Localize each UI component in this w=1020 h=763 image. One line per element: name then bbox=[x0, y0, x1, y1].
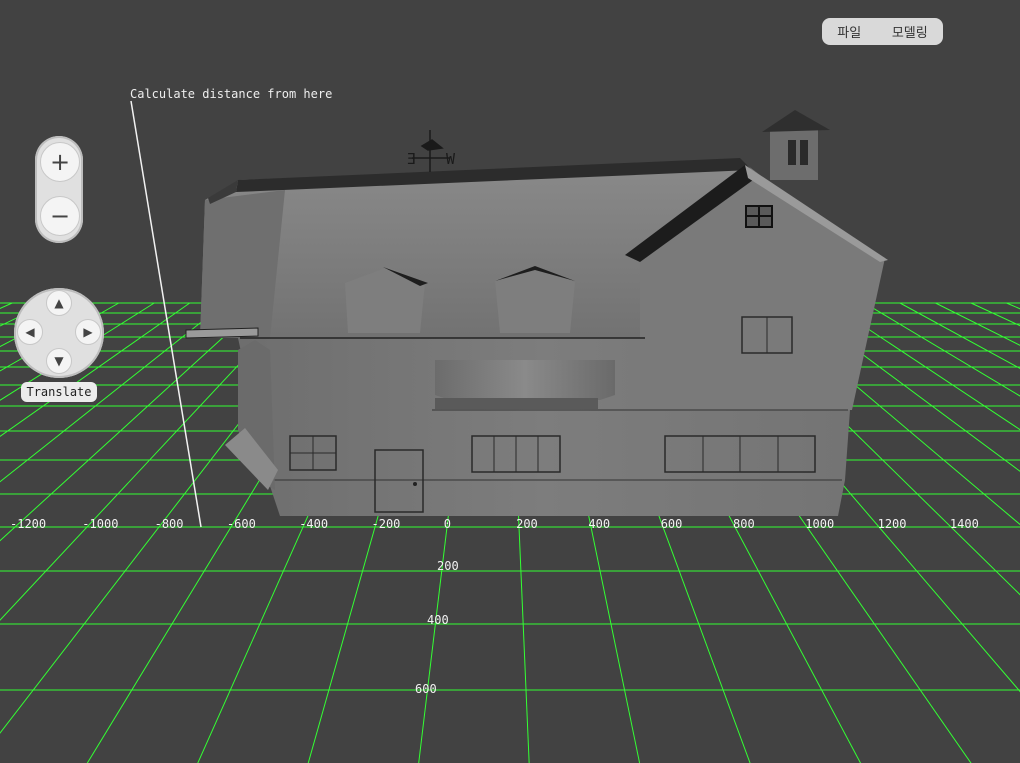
x-tick-label: 1400 bbox=[950, 517, 979, 531]
zoom-in-button[interactable]: + bbox=[40, 142, 80, 182]
z-axis-tick-labels: 200 400 600 bbox=[415, 559, 459, 696]
grid-line bbox=[935, 302, 1020, 346]
x-tick-label: -400 bbox=[299, 517, 328, 531]
x-tick-label: 400 bbox=[588, 517, 610, 531]
weather-vane-icon: E W bbox=[407, 130, 456, 172]
x-tick-label: -1000 bbox=[82, 517, 118, 531]
zoom-out-button[interactable]: − bbox=[40, 196, 80, 236]
grid-line bbox=[0, 302, 13, 310]
x-tick-label: -800 bbox=[155, 517, 184, 531]
x-tick-label: -1200 bbox=[10, 517, 46, 531]
pan-down-button[interactable]: ▼ bbox=[46, 348, 72, 374]
vane-west-letter: W bbox=[446, 150, 456, 168]
grid-line bbox=[0, 302, 226, 483]
x-tick-label: 800 bbox=[733, 517, 755, 531]
pan-left-button[interactable]: ◀ bbox=[17, 319, 43, 345]
x-tick-label: 0 bbox=[444, 517, 451, 531]
grid-line bbox=[970, 302, 1020, 327]
modeling-menu[interactable]: 모델링 bbox=[888, 22, 932, 41]
top-menu-bar: 파일 모델링 bbox=[822, 18, 943, 45]
x-tick-label: -200 bbox=[372, 517, 401, 531]
grid-line bbox=[0, 302, 191, 437]
pan-right-button[interactable]: ▶ bbox=[75, 319, 101, 345]
file-menu[interactable]: 파일 bbox=[833, 22, 865, 41]
x-tick-label: 200 bbox=[516, 517, 538, 531]
grid-line bbox=[1006, 302, 1020, 310]
vane-east-letter: E bbox=[407, 150, 416, 168]
measure-label: Calculate distance from here bbox=[130, 87, 333, 101]
pan-up-button[interactable]: ▲ bbox=[46, 290, 72, 316]
z-tick-label: 400 bbox=[427, 613, 449, 627]
zoom-control: + − bbox=[35, 136, 83, 243]
x-tick-label: 1000 bbox=[805, 517, 834, 531]
navigation-pad: ▲ ▼ ◀ ▶ bbox=[14, 288, 104, 378]
x-tick-label: 600 bbox=[661, 517, 683, 531]
house-model[interactable] bbox=[185, 110, 888, 516]
measure-line bbox=[130, 100, 202, 528]
grid-line bbox=[899, 302, 1020, 369]
translate-mode-button[interactable]: Translate bbox=[21, 382, 97, 402]
3d-viewport[interactable]: E W -1200 -1000 -800 -600 -400 -200 0 200 400 600… bbox=[0, 0, 1020, 763]
z-tick-label: 200 bbox=[437, 559, 459, 573]
x-tick-label: -600 bbox=[227, 517, 256, 531]
z-tick-label: 600 bbox=[415, 682, 437, 696]
grid-line bbox=[864, 302, 1020, 397]
x-axis-tick-labels: -1200 -1000 -800 -600 -400 -200 0 200 400 600 800 1… bbox=[10, 517, 979, 531]
x-tick-label: 1200 bbox=[878, 517, 907, 531]
